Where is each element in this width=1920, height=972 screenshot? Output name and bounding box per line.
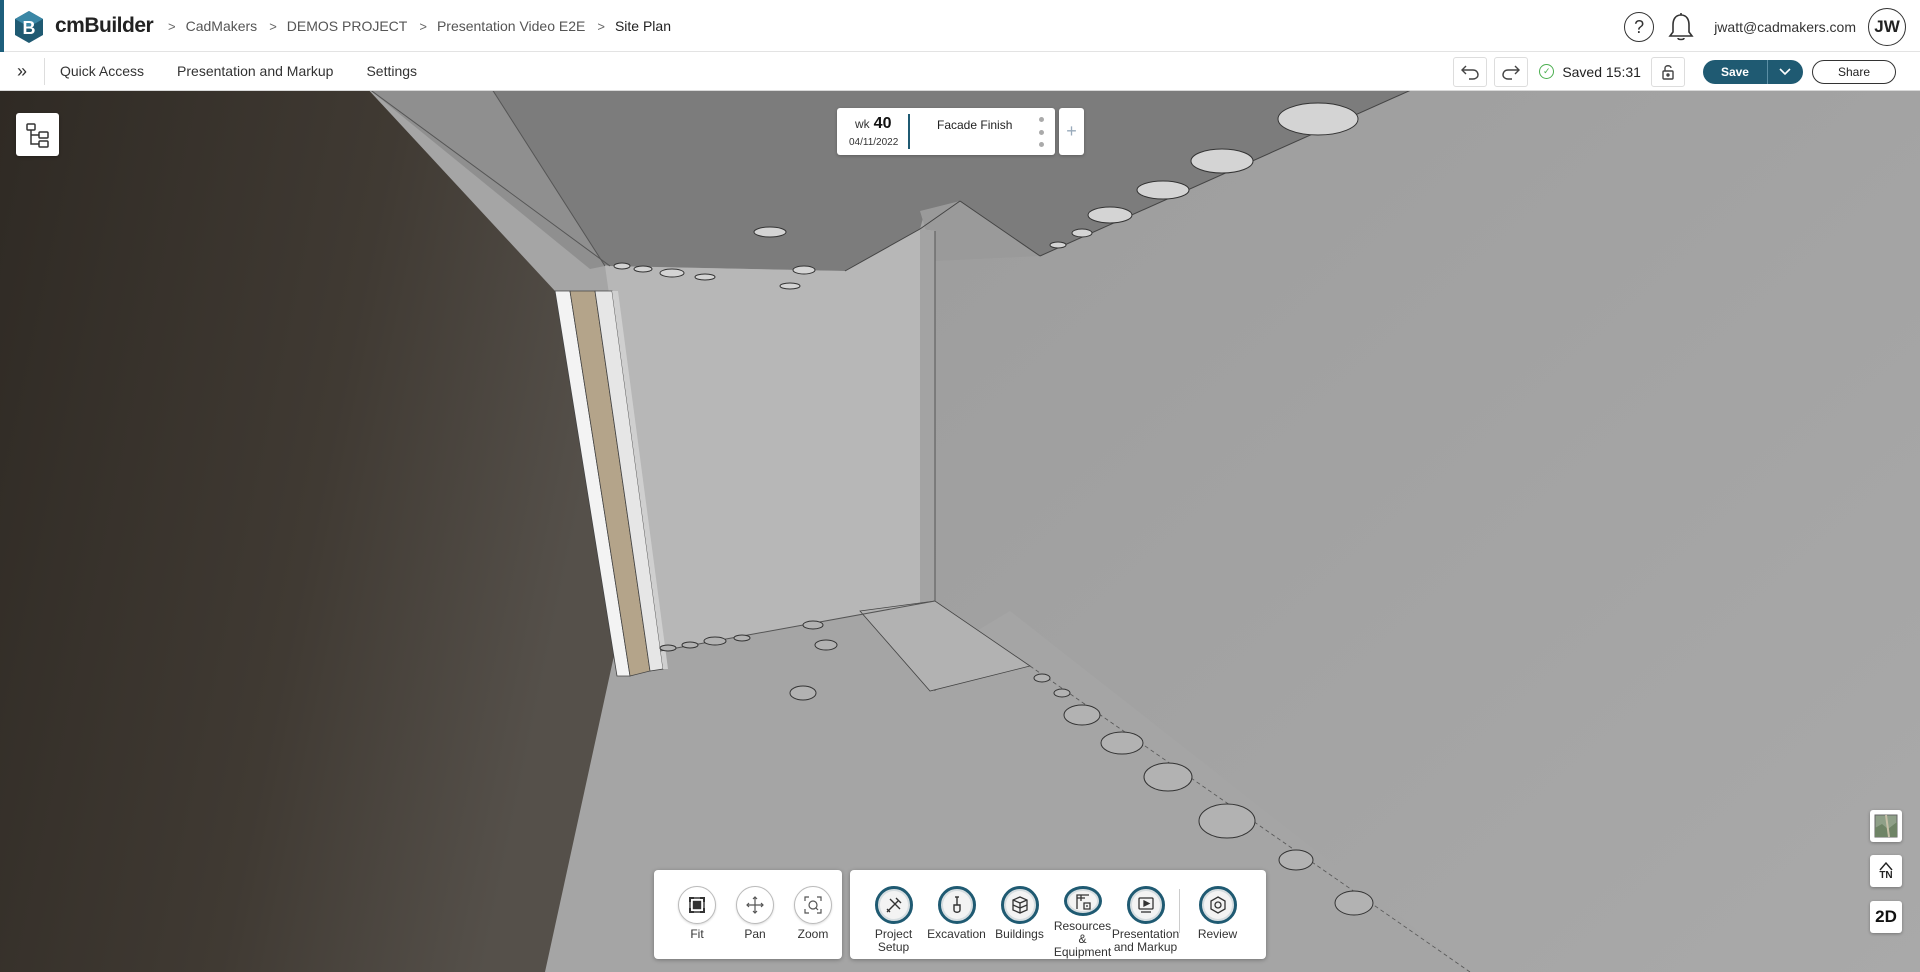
help-button[interactable]: ? <box>1624 12 1655 42</box>
week-number: 40 <box>873 115 892 132</box>
redo-icon <box>1502 65 1521 80</box>
breadcrumb-item-model[interactable]: > Presentation Video E2E <box>419 18 585 34</box>
presentation-markup-icon <box>1126 886 1165 924</box>
divider <box>1179 889 1180 933</box>
review-icon <box>1198 886 1237 924</box>
divider <box>908 114 910 149</box>
timeline-date: 04/11/2022 <box>849 137 899 148</box>
chevron-down-icon <box>1779 67 1792 75</box>
timeline-phase: Facade Finish <box>937 118 1013 132</box>
divider <box>44 58 45 85</box>
user-email[interactable]: jwatt@cadmakers.com <box>1714 19 1856 35</box>
breadcrumb-item-organization[interactable]: > CadMakers <box>168 18 257 34</box>
excavation-icon <box>937 886 976 924</box>
pan-icon <box>736 886 774 924</box>
breadcrumb-item-current: > Site Plan <box>597 18 671 34</box>
menu-settings[interactable]: Settings <box>366 63 417 79</box>
add-timeline-button[interactable]: + <box>1059 108 1084 155</box>
model-tree-button[interactable] <box>16 113 59 156</box>
fit-label: Fit <box>690 927 704 941</box>
zoom-icon <box>794 886 832 924</box>
header-actions: ? jwatt@cadmakers.com JW <box>1624 8 1906 46</box>
menu-quick-access[interactable]: Quick Access <box>60 63 144 79</box>
module-tools-panel: Project Setup Excavation Buildings Resou… <box>850 870 1266 959</box>
chevron-right-icon: > <box>269 18 277 34</box>
chevron-right-icon: > <box>168 18 176 34</box>
pan-button[interactable]: Pan <box>726 886 784 959</box>
hierarchy-tree-icon <box>25 122 49 148</box>
share-button[interactable]: Share <box>1811 59 1896 84</box>
satellite-map-icon <box>1874 814 1898 838</box>
undo-button[interactable] <box>1453 56 1488 87</box>
menu-presentation-markup[interactable]: Presentation and Markup <box>177 63 333 79</box>
project-setup-label: Project Setup <box>874 927 913 954</box>
project-setup-button[interactable]: Project Setup <box>862 886 925 959</box>
redo-button[interactable] <box>1494 56 1529 87</box>
svg-text:B: B <box>23 18 36 38</box>
review-button[interactable]: Review <box>1186 886 1249 959</box>
project-setup-icon <box>874 886 913 924</box>
cmbuilder-logo-icon[interactable]: B <box>12 10 46 44</box>
buildings-icon <box>1000 886 1039 924</box>
notifications-button[interactable] <box>1666 11 1696 43</box>
top-header: B cmBuilder > CadMakers > DEMOS PROJECT > P… <box>0 0 1920 52</box>
check-circle-icon: ✓ <box>1539 64 1555 79</box>
resources-equipment-button[interactable]: Resources & Equipment <box>1051 886 1114 959</box>
toolbar-menu: Quick Access Presentation and Markup Set… <box>60 63 450 79</box>
app-name: cmBuilder <box>55 14 154 37</box>
true-north-button[interactable]: TN <box>1870 855 1902 887</box>
zoom-label: Zoom <box>797 927 829 941</box>
toolbar-actions: ✓ Saved 15:31 Save Share <box>1453 52 1920 91</box>
saved-text: Saved 15:31 <box>1562 63 1641 80</box>
basemap-toggle-button[interactable] <box>1870 810 1902 842</box>
fit-icon <box>678 886 716 924</box>
breadcrumb: > CadMakers > DEMOS PROJECT > Presentation … <box>168 18 683 34</box>
zoom-button[interactable]: Zoom <box>784 886 842 959</box>
save-button[interactable]: Save <box>1702 59 1768 84</box>
question-mark-icon: ? <box>1634 16 1645 37</box>
buildings-label: Buildings <box>995 927 1044 941</box>
3d-viewport[interactable]: wk 40 04/11/2022 Facade Finish + Fit Pan … <box>0 91 1920 972</box>
kebab-menu-icon[interactable] <box>1039 117 1045 147</box>
timeline-card[interactable]: wk 40 04/11/2022 Facade Finish <box>837 108 1055 155</box>
bell-icon <box>1668 13 1694 41</box>
pan-label: Pan <box>744 927 766 941</box>
expand-sidebar-button[interactable]: » <box>12 61 32 81</box>
unlock-icon <box>1662 64 1674 80</box>
undo-icon <box>1461 65 1480 80</box>
save-button-group: Save <box>1702 59 1803 84</box>
main-toolbar: » Quick Access Presentation and Markup S… <box>0 52 1920 91</box>
resources-equipment-icon <box>1063 886 1102 916</box>
presentation-markup-label: Presentation and Markup <box>1111 927 1180 954</box>
building-3d-scene[interactable] <box>0 91 1920 972</box>
buildings-button[interactable]: Buildings <box>988 886 1051 959</box>
true-north-label: TN <box>1879 869 1893 881</box>
week-indicator: wk 40 <box>855 115 892 132</box>
excavation-button[interactable]: Excavation <box>925 886 988 959</box>
view-2d-toggle-button[interactable]: 2D <box>1870 901 1902 933</box>
double-chevron-right-icon: » <box>16 60 27 81</box>
resources-equipment-label: Resources & Equipment <box>1053 919 1112 959</box>
chevron-right-icon: > <box>419 18 427 34</box>
fit-button[interactable]: Fit <box>668 886 726 959</box>
presentation-markup-button[interactable]: Presentation and Markup <box>1111 886 1180 959</box>
avatar[interactable]: JW <box>1868 8 1906 46</box>
brand-strip <box>0 0 4 52</box>
chevron-right-icon: > <box>597 18 605 34</box>
breadcrumb-item-project[interactable]: > DEMOS PROJECT <box>269 18 407 34</box>
save-dropdown-button[interactable] <box>1767 59 1803 84</box>
lock-button[interactable] <box>1650 56 1685 87</box>
navigation-tools-panel: Fit Pan Zoom <box>654 870 842 959</box>
review-label: Review <box>1197 927 1238 941</box>
excavation-label: Excavation <box>927 927 986 941</box>
save-status: ✓ Saved 15:31 <box>1539 64 1641 80</box>
